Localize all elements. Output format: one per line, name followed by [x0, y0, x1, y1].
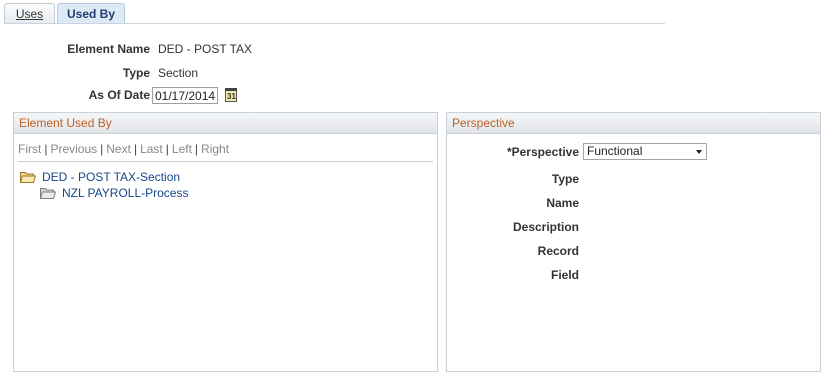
perspective-label: *Perspective [506, 145, 579, 159]
element-name-label: Element Name [67, 42, 150, 56]
nav-last[interactable]: Last [140, 142, 163, 156]
field-name-label: Name [546, 196, 579, 210]
field-field-label: Field [550, 268, 579, 282]
perspective-title: Perspective [447, 113, 820, 134]
field-record-label: Record [537, 244, 579, 258]
perspective-select-value: Functional [587, 144, 643, 158]
folder-open-icon [20, 172, 36, 183]
folder-open-icon [40, 188, 56, 199]
calendar-icon[interactable]: 31 [225, 88, 237, 102]
tree-navigation: First | Previous | Next | Last | Left | Right [18, 142, 230, 156]
field-description-label: Description [512, 220, 579, 234]
element-used-by-panel: Element Used By First | Previous | Next | Last… [13, 112, 438, 372]
tab-uses[interactable]: Uses [4, 3, 55, 24]
nav-first[interactable]: First [18, 142, 41, 156]
nav-next[interactable]: Next [106, 142, 131, 156]
nav-previous[interactable]: Previous [50, 142, 97, 156]
tab-uses-label: Uses [15, 7, 44, 21]
divider [18, 161, 433, 162]
tree-node-root[interactable]: DED - POST TAX-Section [42, 170, 180, 184]
tree-node-child[interactable]: NZL PAYROLL-Process [62, 186, 188, 200]
perspective-panel: Perspective *Perspective Functional Type… [446, 112, 821, 372]
chevron-down-icon [696, 150, 702, 154]
element-name-value: DED - POST TAX [158, 42, 253, 56]
perspective-select[interactable]: Functional [583, 143, 707, 160]
nav-left[interactable]: Left [172, 142, 192, 156]
nav-right[interactable]: Right [201, 142, 229, 156]
tab-used-by-label: Used By [66, 7, 116, 21]
field-type-label: Type [551, 172, 579, 186]
type-label: Type [122, 66, 150, 80]
type-value: Section [158, 66, 199, 80]
as-of-date-input[interactable] [152, 87, 218, 104]
as-of-date-label: As Of Date [88, 88, 150, 102]
element-used-by-title: Element Used By [14, 113, 437, 134]
tab-underline [4, 23, 665, 24]
tab-used-by[interactable]: Used By [57, 3, 125, 24]
